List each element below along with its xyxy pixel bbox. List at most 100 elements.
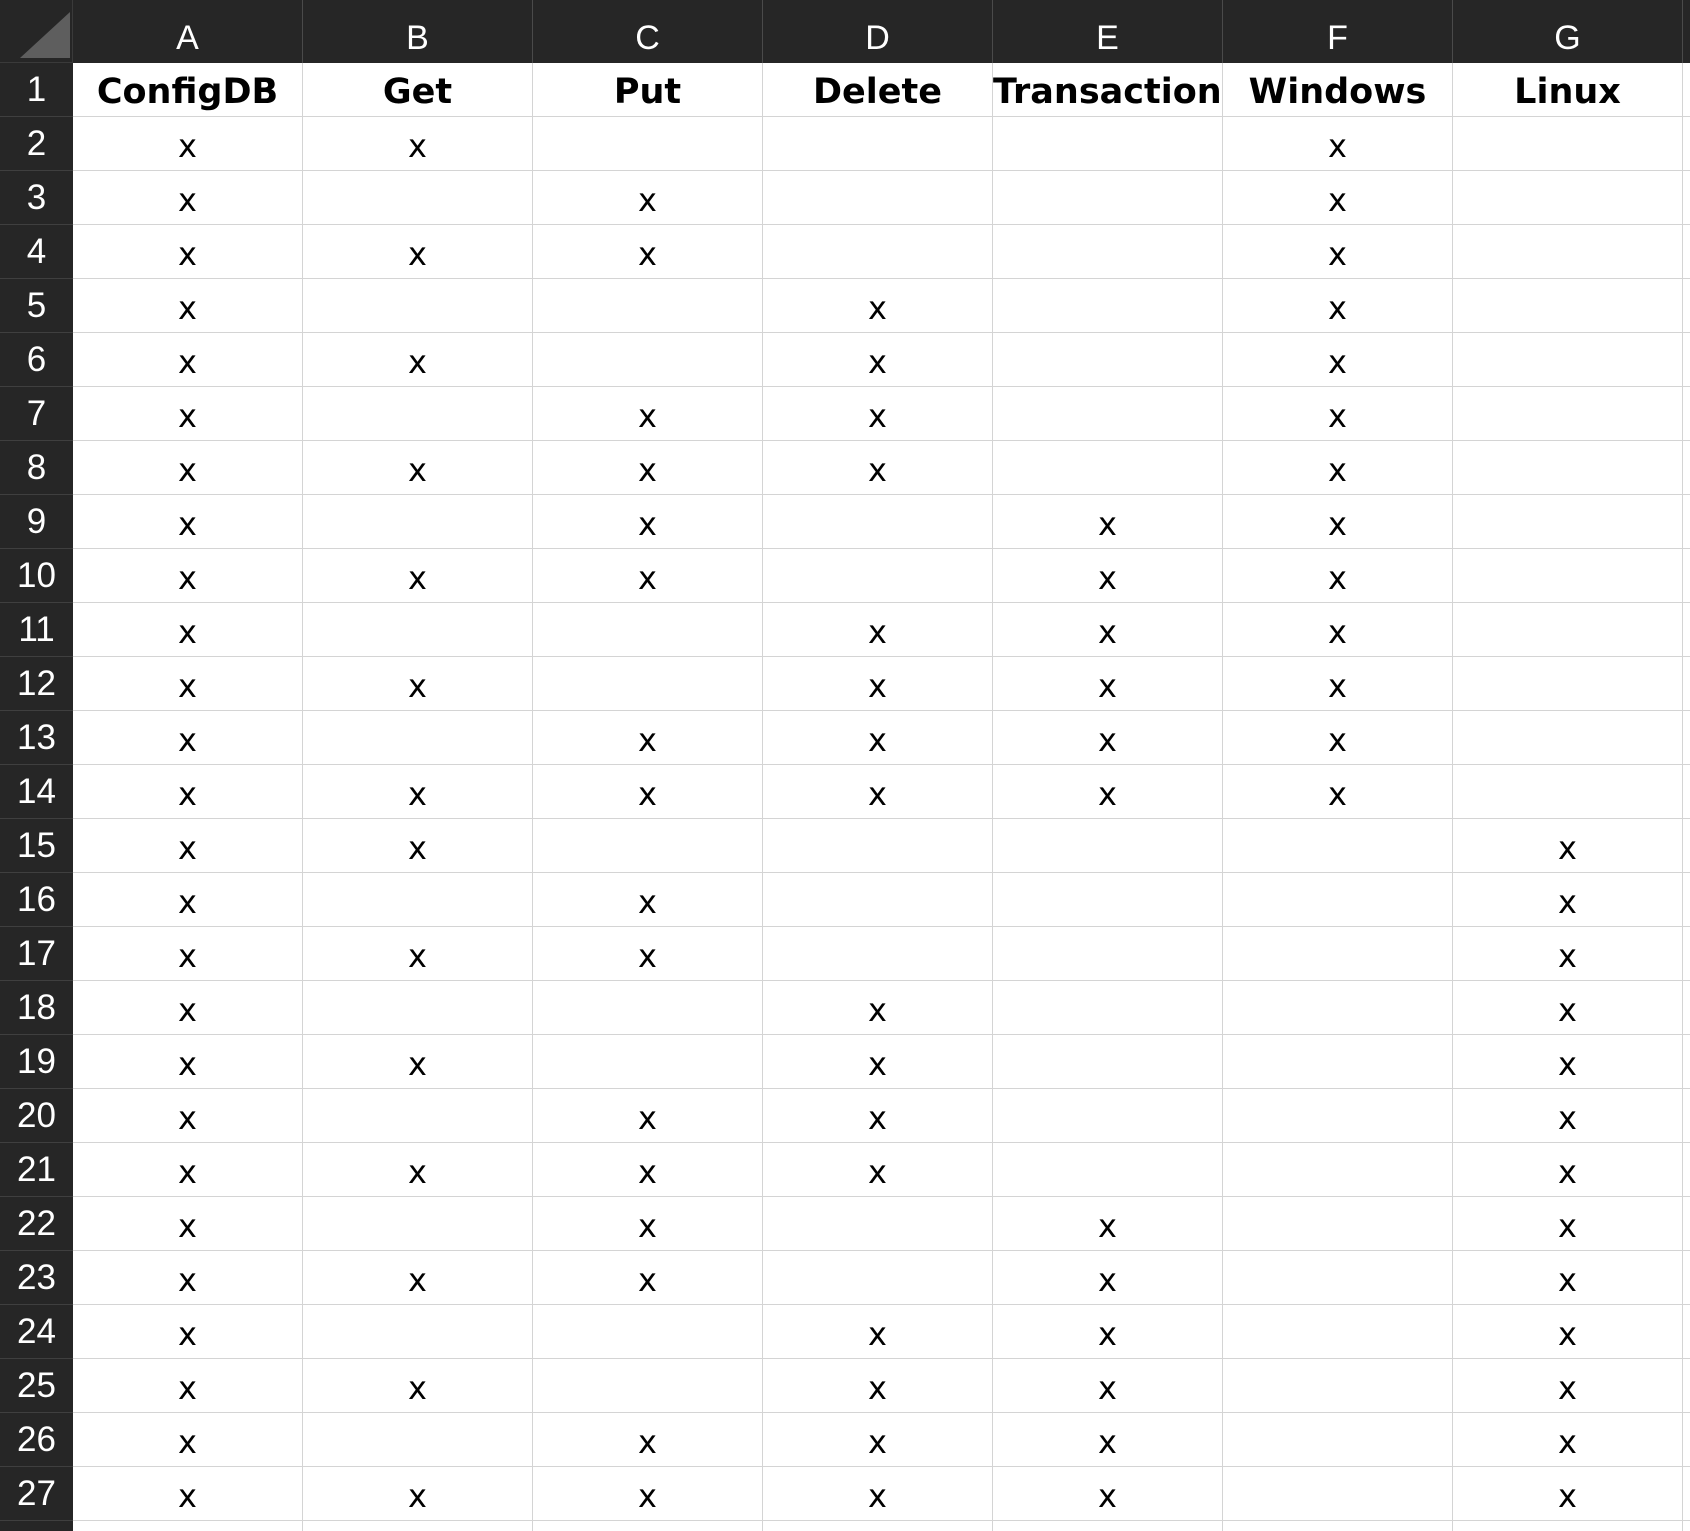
cell-g8[interactable] [1453,441,1683,495]
cell-g22[interactable]: x [1453,1197,1683,1251]
cell-e11[interactable]: x [993,603,1223,657]
cell-d3[interactable] [763,171,993,225]
row-header-27[interactable]: 27 [0,1467,73,1521]
cell-d20[interactable]: x [763,1089,993,1143]
cell-e23[interactable]: x [993,1251,1223,1305]
cell-d17[interactable] [763,927,993,981]
cell-h11[interactable] [1683,603,1690,657]
cell-a23[interactable]: x [73,1251,303,1305]
cell-a6[interactable]: x [73,333,303,387]
cell-h13[interactable] [1683,711,1690,765]
cell-h5[interactable] [1683,279,1690,333]
cell-b8[interactable]: x [303,441,533,495]
cell-a26[interactable]: x [73,1413,303,1467]
cell-h20[interactable] [1683,1089,1690,1143]
row-header-3[interactable]: 3 [0,171,73,225]
select-all-button[interactable] [0,0,73,63]
cell-a22[interactable]: x [73,1197,303,1251]
row-header-4[interactable]: 4 [0,225,73,279]
cell-h14[interactable] [1683,765,1690,819]
cell-c8[interactable]: x [533,441,763,495]
column-header-partial[interactable] [1683,0,1690,63]
cell-h4[interactable] [1683,225,1690,279]
cell-c23[interactable]: x [533,1251,763,1305]
cell-f16[interactable] [1223,873,1453,927]
row-header-6[interactable]: 6 [0,333,73,387]
cell-g21[interactable]: x [1453,1143,1683,1197]
cell-d24[interactable]: x [763,1305,993,1359]
cell-b2[interactable]: x [303,117,533,171]
cell-b21[interactable]: x [303,1143,533,1197]
cell-g12[interactable] [1453,657,1683,711]
cell-h24[interactable] [1683,1305,1690,1359]
cell-h10[interactable] [1683,549,1690,603]
column-header-b[interactable]: B [303,0,533,63]
cell-f18[interactable] [1223,981,1453,1035]
cell-h2[interactable] [1683,117,1690,171]
row-header-25[interactable]: 25 [0,1359,73,1413]
row-header-24[interactable]: 24 [0,1305,73,1359]
cell-a14[interactable]: x [73,765,303,819]
cell-a15[interactable]: x [73,819,303,873]
cell-a5[interactable]: x [73,279,303,333]
row-header-11[interactable]: 11 [0,603,73,657]
row-header-1[interactable]: 1 [0,63,73,117]
cell-c11[interactable] [533,603,763,657]
cell-f19[interactable] [1223,1035,1453,1089]
cell-h18[interactable] [1683,981,1690,1035]
cell-f3[interactable]: x [1223,171,1453,225]
cell-f9[interactable]: x [1223,495,1453,549]
cell-g5[interactable] [1453,279,1683,333]
cell-b24[interactable] [303,1305,533,1359]
cell-e26[interactable]: x [993,1413,1223,1467]
cell-c21[interactable]: x [533,1143,763,1197]
cell-f21[interactable] [1223,1143,1453,1197]
cell-f26[interactable] [1223,1413,1453,1467]
row-header-15[interactable]: 15 [0,819,73,873]
cell-g11[interactable] [1453,603,1683,657]
cell-g2[interactable] [1453,117,1683,171]
cell-d22[interactable] [763,1197,993,1251]
cell-a11[interactable]: x [73,603,303,657]
cell-a17[interactable]: x [73,927,303,981]
cell-partial-row[interactable] [1453,1521,1683,1531]
cell-h23[interactable] [1683,1251,1690,1305]
cell-f14[interactable]: x [1223,765,1453,819]
cell-g10[interactable] [1453,549,1683,603]
cell-h9[interactable] [1683,495,1690,549]
cell-g7[interactable] [1453,387,1683,441]
cell-a2[interactable]: x [73,117,303,171]
cell-g14[interactable] [1453,765,1683,819]
cell-b1[interactable]: Get [303,63,533,117]
cell-d14[interactable]: x [763,765,993,819]
cell-d1[interactable]: Delete [763,63,993,117]
cell-d9[interactable] [763,495,993,549]
cell-a4[interactable]: x [73,225,303,279]
cell-e17[interactable] [993,927,1223,981]
cell-b12[interactable]: x [303,657,533,711]
cell-b18[interactable] [303,981,533,1035]
cell-b23[interactable]: x [303,1251,533,1305]
row-header-10[interactable]: 10 [0,549,73,603]
row-header-23[interactable]: 23 [0,1251,73,1305]
cell-f24[interactable] [1223,1305,1453,1359]
cell-d4[interactable] [763,225,993,279]
row-header-7[interactable]: 7 [0,387,73,441]
cell-b15[interactable]: x [303,819,533,873]
cell-f22[interactable] [1223,1197,1453,1251]
cell-h21[interactable] [1683,1143,1690,1197]
row-header-12[interactable]: 12 [0,657,73,711]
cell-a13[interactable]: x [73,711,303,765]
row-header-21[interactable]: 21 [0,1143,73,1197]
cell-d6[interactable]: x [763,333,993,387]
cell-b5[interactable] [303,279,533,333]
row-header-partial[interactable] [0,1521,73,1531]
cell-c2[interactable] [533,117,763,171]
cell-c24[interactable] [533,1305,763,1359]
cell-b19[interactable]: x [303,1035,533,1089]
cell-b6[interactable]: x [303,333,533,387]
cell-d18[interactable]: x [763,981,993,1035]
cell-d27[interactable]: x [763,1467,993,1521]
row-header-19[interactable]: 19 [0,1035,73,1089]
cell-d10[interactable] [763,549,993,603]
